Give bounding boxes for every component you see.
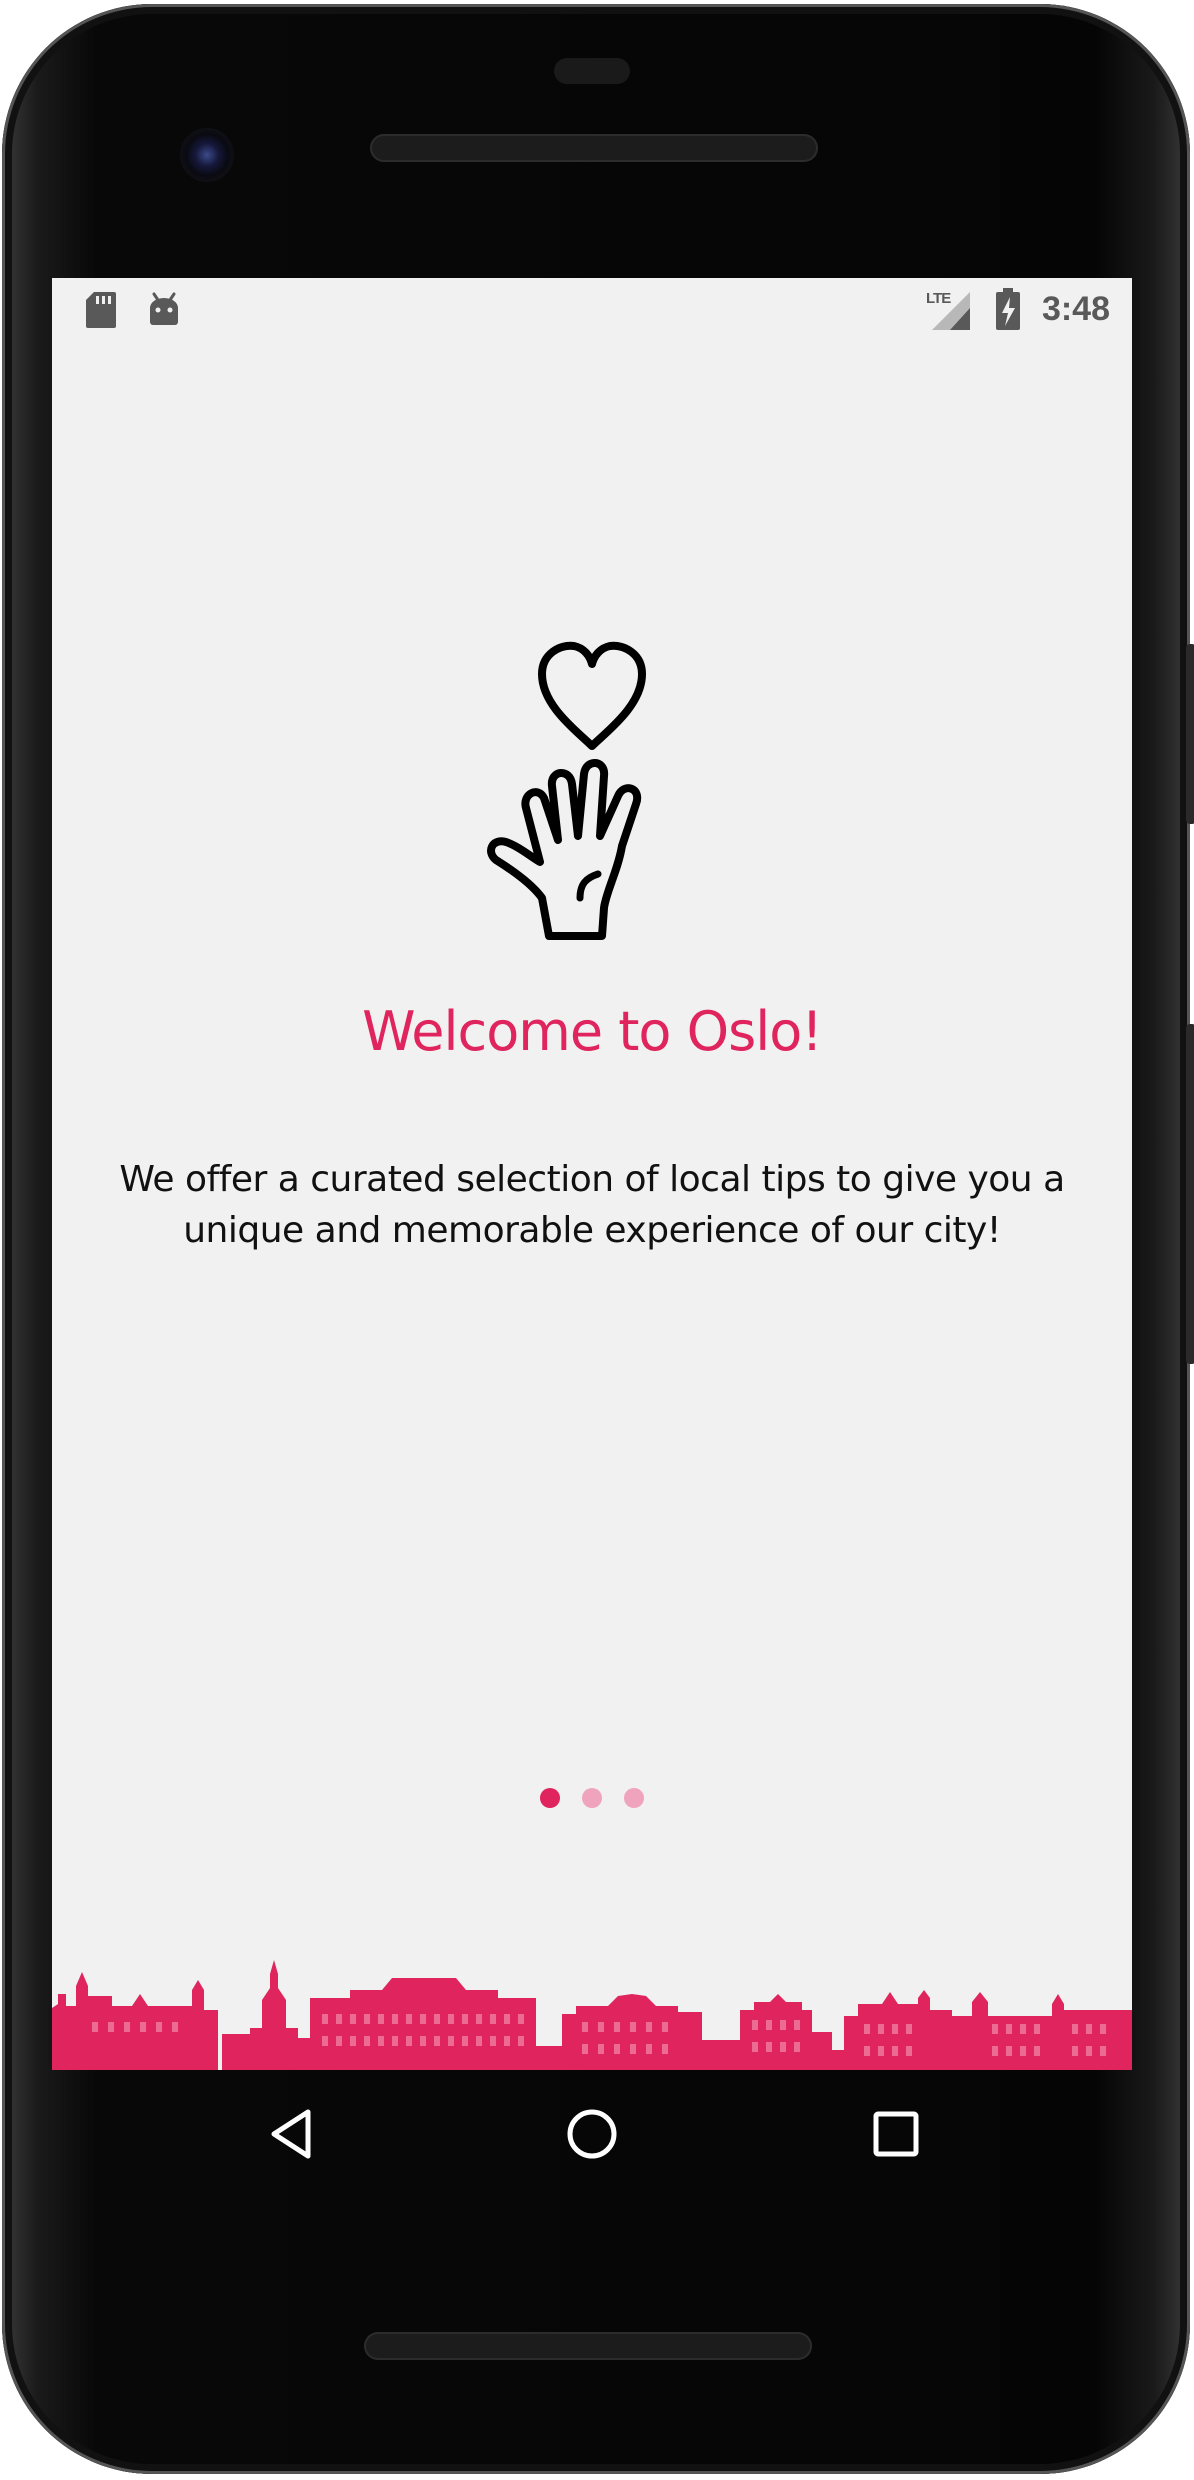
heart-hand-icon (487, 641, 646, 940)
android-debug-icon (150, 292, 178, 325)
page-description: We offer a curated selection of local ti… (119, 1159, 1065, 1251)
status-time: 3:48 (1041, 290, 1110, 328)
bottom-speaker (364, 2332, 812, 2360)
app-screen: LTE 3:48 Welcome to Oslo! We offer a cur… (52, 278, 1132, 2070)
page-title: Welcome to Oslo! (362, 1000, 823, 1063)
page-indicator (52, 1788, 1132, 1812)
recents-icon[interactable] (856, 2094, 936, 2174)
front-camera (180, 128, 234, 182)
sd-card-icon (86, 292, 116, 328)
oslo-skyline-illustration (52, 1960, 1132, 2070)
page-dot-active[interactable] (540, 1788, 560, 1808)
status-bar: LTE 3:48 (52, 278, 1132, 342)
earpiece-speaker (370, 134, 818, 162)
proximity-sensor (554, 58, 630, 84)
network-type-label: LTE (926, 290, 951, 307)
page-dot[interactable] (624, 1788, 644, 1808)
volume-button (1186, 1024, 1194, 1364)
navigation-bar (52, 2070, 1132, 2202)
page-dot[interactable] (582, 1788, 602, 1808)
power-button (1186, 644, 1194, 824)
back-icon[interactable] (252, 2094, 332, 2174)
home-icon[interactable] (552, 2094, 632, 2174)
battery-charging-icon (996, 288, 1020, 330)
lte-signal-icon: LTE (926, 288, 972, 334)
